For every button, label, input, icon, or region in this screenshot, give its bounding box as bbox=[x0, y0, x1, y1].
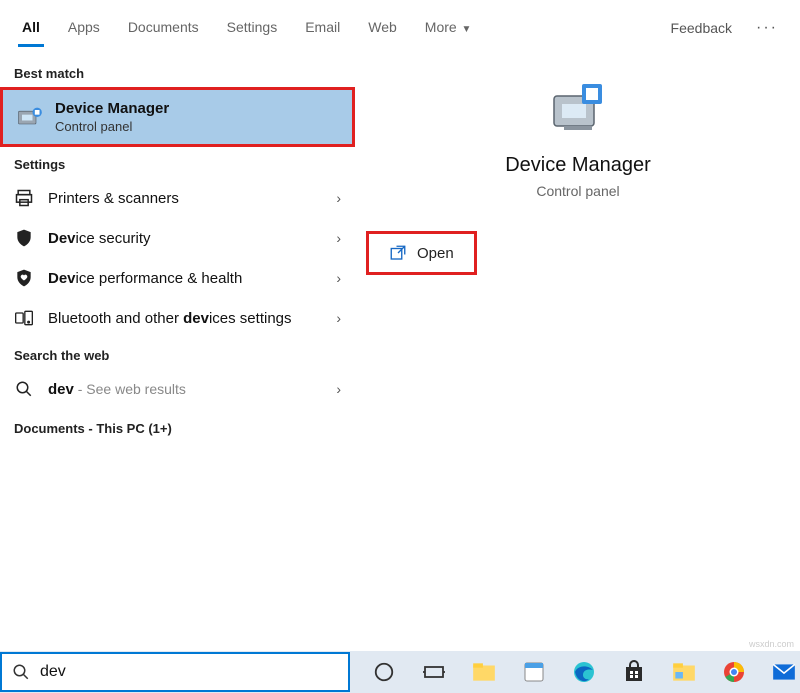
filter-tabs: All Apps Documents Settings Email Web Mo… bbox=[0, 0, 800, 48]
search-input[interactable] bbox=[40, 663, 338, 681]
best-match-subtitle: Control panel bbox=[55, 119, 169, 134]
heart-shield-icon bbox=[14, 268, 34, 288]
best-match-result[interactable]: Device Manager Control panel bbox=[0, 87, 355, 147]
cortana-icon[interactable] bbox=[370, 658, 398, 686]
search-icon bbox=[12, 663, 30, 681]
taskbar-search[interactable] bbox=[0, 652, 350, 692]
open-label: Open bbox=[417, 245, 454, 262]
more-options-icon[interactable]: ··· bbox=[750, 15, 784, 41]
tab-documents[interactable]: Documents bbox=[114, 9, 213, 47]
chevron-right-icon: › bbox=[336, 381, 341, 397]
settings-row-device-performance[interactable]: Device performance & health › bbox=[0, 258, 355, 298]
explorer-folder-icon[interactable] bbox=[670, 658, 698, 686]
chevron-right-icon: › bbox=[336, 270, 341, 286]
edge-icon[interactable] bbox=[570, 658, 598, 686]
tab-apps[interactable]: Apps bbox=[54, 9, 114, 47]
tab-settings[interactable]: Settings bbox=[213, 9, 292, 47]
tab-web[interactable]: Web bbox=[354, 9, 411, 47]
tab-more[interactable]: More ▼ bbox=[411, 9, 486, 47]
printer-icon bbox=[14, 188, 34, 208]
settings-row-device-security[interactable]: Device security › bbox=[0, 218, 355, 258]
search-icon bbox=[14, 379, 34, 399]
chevron-right-icon: › bbox=[336, 190, 341, 206]
tab-email[interactable]: Email bbox=[291, 9, 354, 47]
mail-icon[interactable] bbox=[770, 658, 798, 686]
device-manager-icon bbox=[15, 103, 43, 131]
task-view-icon[interactable] bbox=[420, 658, 448, 686]
file-explorer-icon[interactable] bbox=[470, 658, 498, 686]
chevron-right-icon: › bbox=[336, 310, 341, 326]
row-label: Device performance & health bbox=[48, 270, 322, 287]
settings-row-printers[interactable]: Printers & scanners › bbox=[0, 178, 355, 218]
taskbar bbox=[0, 651, 800, 693]
feedback-link[interactable]: Feedback bbox=[665, 12, 738, 44]
search-web-label: Search the web bbox=[0, 338, 355, 369]
row-label: Printers & scanners bbox=[48, 190, 322, 207]
preview-title: Device Manager bbox=[366, 154, 790, 177]
preview-subtitle: Control panel bbox=[366, 183, 790, 199]
chrome-icon[interactable] bbox=[720, 658, 748, 686]
watermark: wsxdn.com bbox=[749, 639, 794, 649]
row-label: dev - See web results bbox=[48, 381, 322, 398]
chevron-right-icon: › bbox=[336, 230, 341, 246]
open-button[interactable]: Open bbox=[366, 231, 477, 275]
web-search-row[interactable]: dev - See web results › bbox=[0, 369, 355, 409]
store-icon[interactable] bbox=[620, 658, 648, 686]
preview-panel: Device Manager Control panel Open bbox=[355, 48, 800, 651]
app-icon[interactable] bbox=[520, 658, 548, 686]
device-manager-large-icon bbox=[546, 76, 610, 140]
best-match-title: Device Manager bbox=[55, 100, 169, 117]
open-icon bbox=[389, 244, 407, 262]
documents-section-label[interactable]: Documents - This PC (1+) bbox=[0, 409, 355, 448]
bluetooth-devices-icon bbox=[14, 308, 34, 328]
tab-all[interactable]: All bbox=[8, 9, 54, 47]
settings-section-label: Settings bbox=[0, 147, 355, 178]
shield-icon bbox=[14, 228, 34, 248]
chevron-down-icon: ▼ bbox=[459, 24, 472, 35]
row-label: Bluetooth and other devices settings bbox=[48, 310, 322, 327]
row-label: Device security bbox=[48, 230, 322, 247]
best-match-label: Best match bbox=[0, 56, 355, 87]
settings-row-bluetooth[interactable]: Bluetooth and other devices settings › bbox=[0, 298, 355, 338]
results-panel: Best match Device Manager Control panel … bbox=[0, 48, 355, 651]
